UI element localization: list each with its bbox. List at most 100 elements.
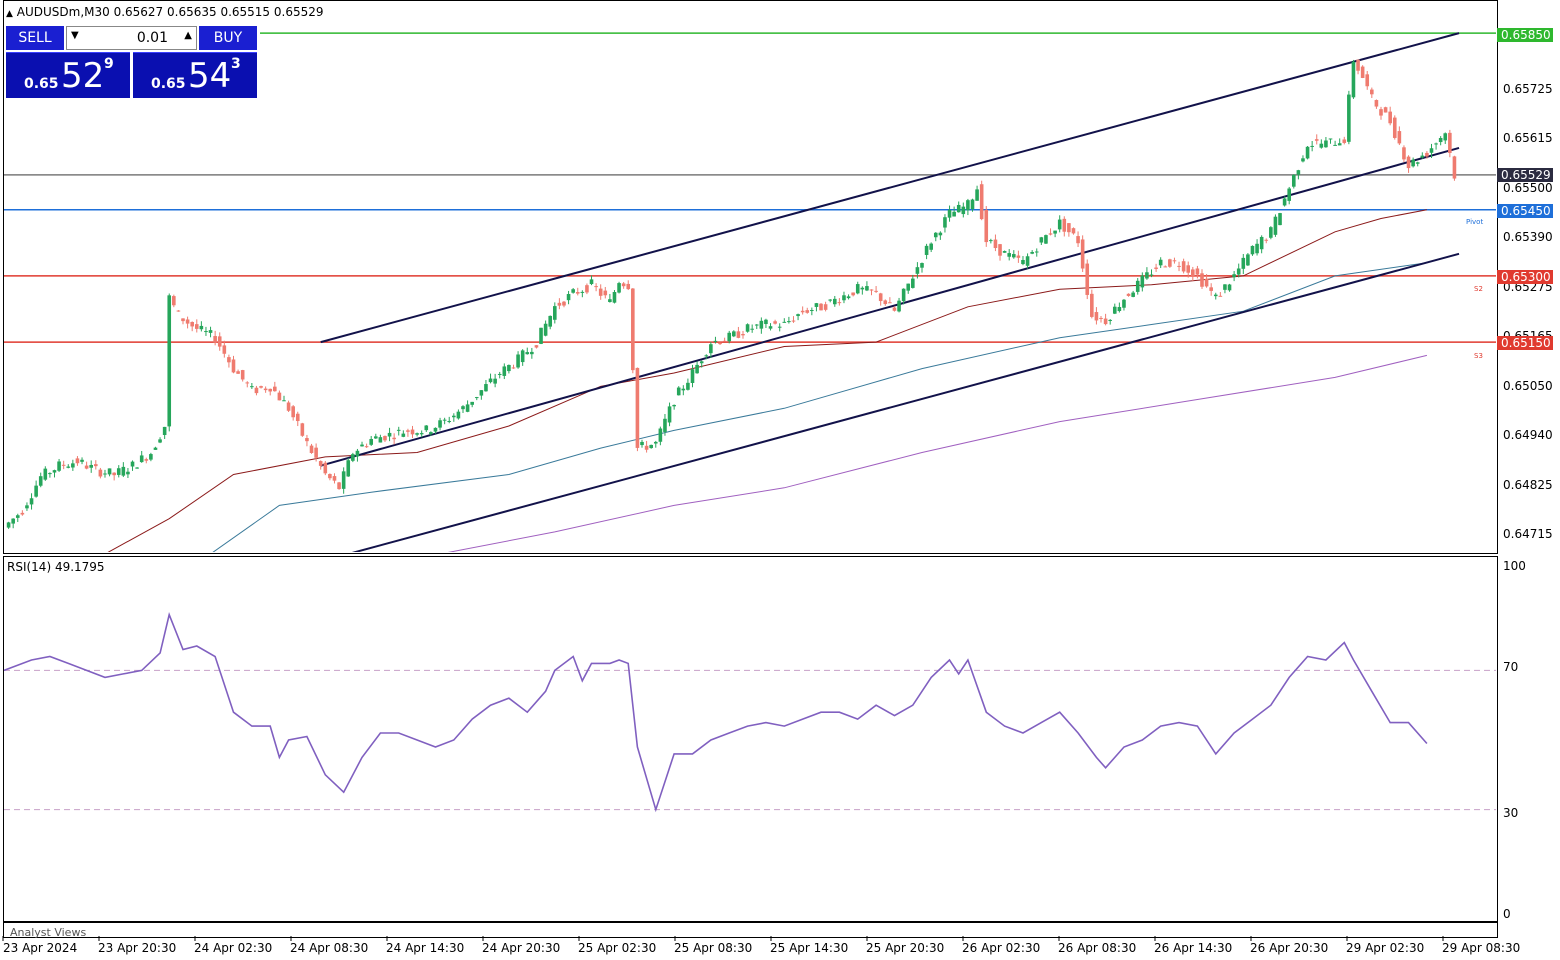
bearish-candle [295,413,300,422]
chevron-down-icon[interactable]: ▼ [71,30,79,41]
bullish-candle [135,467,139,469]
bullish-candle [1053,230,1057,234]
bullish-candle [43,468,48,480]
bullish-candle [48,473,52,475]
bearish-candle [1172,260,1177,262]
bullish-candle [1250,245,1255,255]
bearish-candle [254,387,259,394]
s3-tag: 0.65150 [1497,336,1553,350]
bullish-candle [25,505,29,509]
chevron-up-icon[interactable]: ▲ [184,30,192,41]
bullish-candle [1328,138,1333,140]
bullish-candle [855,284,860,294]
bearish-candle [819,303,823,311]
bearish-candle [245,382,250,384]
buy-price-display[interactable]: 0.65 54 3 [133,52,257,98]
bullish-candle [764,319,768,325]
bearish-candle [1383,107,1388,113]
bullish-candle [121,466,126,476]
bullish-candle [1415,162,1420,164]
time-tick: 26 Apr 14:30 [1154,941,1233,955]
triangle-up-icon[interactable]: ▲ [6,9,13,19]
bearish-candle [644,445,649,450]
bearish-candle [309,445,314,453]
bullish-candle [107,468,112,475]
bullish-candle [989,240,993,242]
bearish-candle [773,321,777,324]
bullish-candle [906,283,911,291]
bullish-candle [810,310,814,312]
bullish-candle [901,288,906,302]
bullish-candle [1287,188,1291,201]
bullish-candle [911,278,915,288]
bullish-candle [667,406,672,423]
bearish-candle [998,244,1002,256]
bullish-candle [149,454,153,460]
bullish-candle [401,433,406,437]
bearish-candle [1314,139,1319,141]
sell-price-sup: 9 [104,56,114,72]
bearish-candle [1076,236,1080,244]
bullish-candle [1145,272,1149,279]
time-tick: 24 Apr 08:30 [290,941,369,955]
bullish-candle [1438,137,1443,143]
bullish-candle [539,327,543,344]
time-tick: 26 Apr 20:30 [1250,941,1329,955]
bullish-candle [1324,140,1328,148]
bullish-candle [1255,243,1259,254]
bearish-candle [94,464,98,467]
time-tick: 24 Apr 14:30 [386,941,465,955]
bearish-candle [791,320,796,322]
analyst-views-label: Analyst Views [10,926,87,939]
bearish-candle [314,447,318,458]
bullish-candle [897,300,901,312]
bullish-candle [1117,307,1122,312]
bullish-candle [589,279,594,285]
bearish-candle [979,184,984,220]
sell-button[interactable]: SELL [6,26,64,50]
buy-button[interactable]: BUY [199,26,257,50]
bearish-candle [112,472,116,476]
bullish-candle [355,450,360,457]
bullish-candle [208,330,213,333]
bearish-candle [98,469,103,477]
bullish-candle [438,420,442,428]
bullish-candle [777,326,782,328]
bullish-candle [952,211,956,217]
bearish-candle [240,370,245,380]
bullish-candle [52,470,57,473]
price-tick: 0.65050 [1503,379,1553,393]
bearish-candle [1209,287,1213,291]
bearish-candle [1392,117,1397,138]
bearish-candle [286,402,291,411]
bearish-candle [883,300,888,305]
bullish-candle [846,296,851,299]
bearish-candle [621,283,626,287]
bullish-candle [732,331,736,337]
volume-input[interactable]: 0.01 [137,30,168,46]
bearish-candle [805,310,810,313]
bullish-candle [695,364,699,374]
volume-field[interactable]: ▼ 0.01 ▲ [66,26,197,50]
bullish-candle [580,291,585,293]
bullish-candle [727,332,732,342]
bullish-candle [461,406,465,410]
bearish-candle [236,371,240,374]
bearish-candle [181,318,185,322]
bearish-candle [392,437,396,440]
bullish-candle [525,352,530,355]
bullish-candle [6,522,11,528]
price-tick: 0.65390 [1503,230,1553,244]
bearish-candle [736,331,741,338]
bearish-candle [1154,267,1158,269]
rsi-title: RSI(14) 49.1795 [7,560,105,574]
bullish-candle [1241,257,1246,269]
bullish-candle [713,340,718,342]
bullish-candle [502,366,507,376]
bullish-candle [649,444,653,449]
bearish-candle [1071,228,1076,234]
bullish-candle [507,364,511,372]
sell-price-display[interactable]: 0.65 52 9 [6,52,130,98]
bullish-candle [1282,198,1287,206]
bullish-candle [520,350,525,363]
